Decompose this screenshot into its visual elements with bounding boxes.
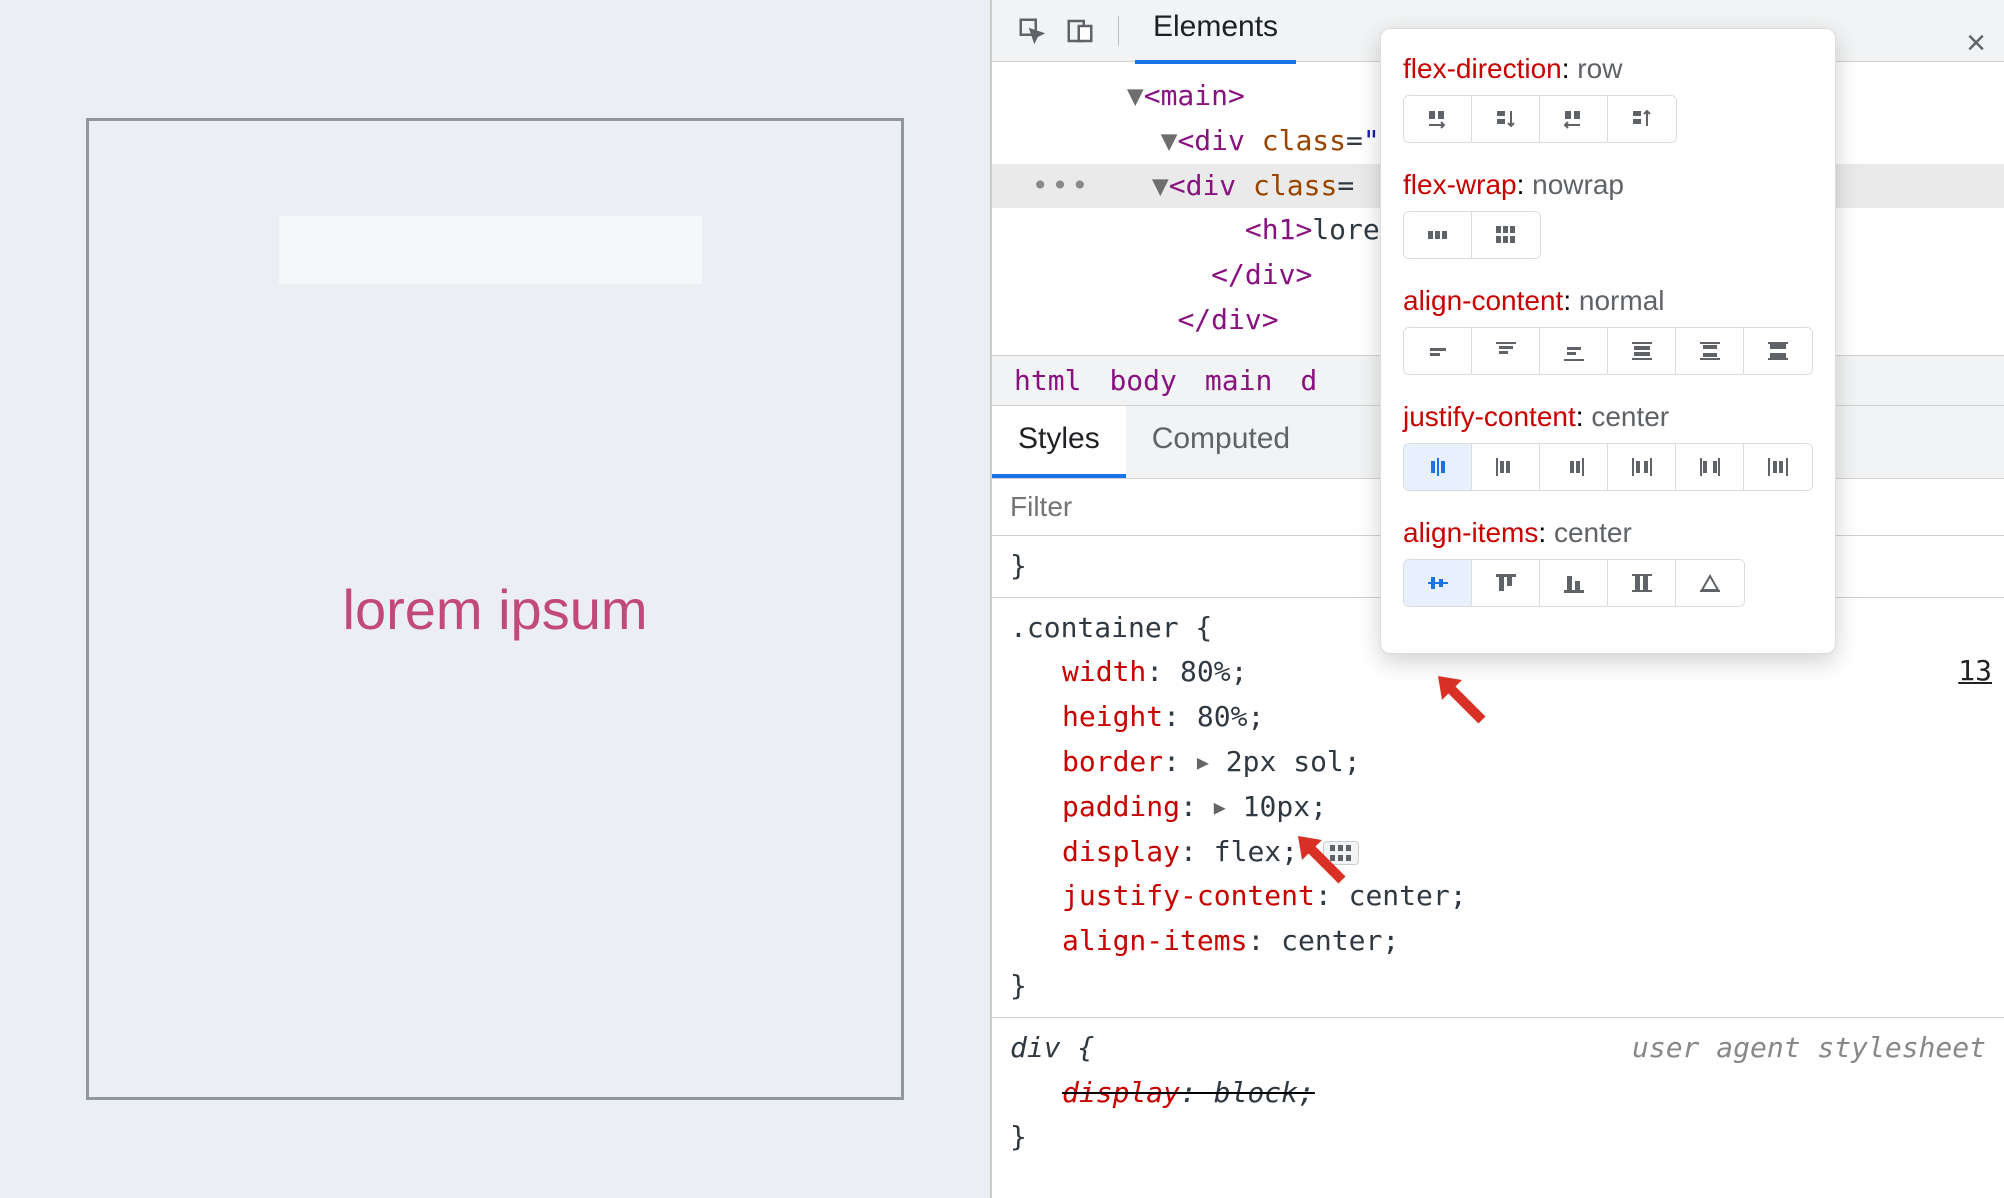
icon-row <box>1403 211 1541 259</box>
flex-wrap-option-1[interactable] <box>1472 212 1540 258</box>
page-preview-pane: lorem ipsum <box>0 0 990 1198</box>
justify-content-option-3[interactable] <box>1608 444 1676 490</box>
justify-content-option-5[interactable] <box>1744 444 1812 490</box>
icon-row <box>1403 559 1745 607</box>
flex-direction-option-2[interactable] <box>1540 96 1608 142</box>
align-content-option-2[interactable] <box>1540 328 1608 374</box>
ua-stylesheet-note: user agent stylesheet <box>1632 1026 1986 1071</box>
rule-block-container[interactable]: .container { width: 80%;height: 80%;bord… <box>1010 606 1986 1009</box>
css-declaration[interactable]: border: ▶ 2px sol; <box>1010 740 1986 785</box>
tab-computed[interactable]: Computed <box>1126 406 1316 478</box>
icon-row <box>1403 327 1813 375</box>
breadcrumb-item[interactable]: d <box>1300 364 1317 397</box>
popover-section-align-items: align-items: center <box>1403 517 1813 607</box>
icon-row <box>1403 95 1677 143</box>
css-declaration[interactable]: display: flex; <box>1010 830 1986 875</box>
highlight-strip <box>279 216 702 284</box>
align-content-option-5[interactable] <box>1744 328 1812 374</box>
arrow-annotation <box>1432 670 1492 730</box>
css-declaration[interactable]: align-items: center; <box>1010 919 1986 964</box>
align-content-option-3[interactable] <box>1608 328 1676 374</box>
tab-styles[interactable]: Styles <box>992 406 1126 478</box>
popover-label: justify-content: center <box>1403 401 1813 433</box>
align-content-option-0[interactable] <box>1404 328 1472 374</box>
flex-direction-option-0[interactable] <box>1404 96 1472 142</box>
flex-direction-option-1[interactable] <box>1472 96 1540 142</box>
css-declaration[interactable]: justify-content: center; <box>1010 874 1986 919</box>
device-toggle-icon[interactable] <box>1058 11 1102 51</box>
justify-content-option-4[interactable] <box>1676 444 1744 490</box>
toolbar-separator <box>1118 16 1119 46</box>
popover-section-flex-wrap: flex-wrap: nowrap <box>1403 169 1813 259</box>
divider <box>992 1017 2004 1018</box>
popover-label: align-content: normal <box>1403 285 1813 317</box>
breadcrumb-item[interactable]: body <box>1109 364 1176 397</box>
flex-wrap-option-0[interactable] <box>1404 212 1472 258</box>
css-declaration[interactable]: height: 80%; <box>1010 695 1986 740</box>
breadcrumb-item[interactable]: html <box>1014 364 1081 397</box>
popover-label: flex-wrap: nowrap <box>1403 169 1813 201</box>
rule-brace: } <box>1010 964 1986 1009</box>
breadcrumb-item[interactable]: main <box>1205 364 1272 397</box>
css-declaration[interactable]: display: block; <box>1010 1071 1986 1116</box>
popover-section-justify-content: justify-content: center <box>1403 401 1813 491</box>
popover-label: flex-direction: row <box>1403 53 1813 85</box>
css-declaration[interactable]: padding: ▶ 10px; <box>1010 785 1986 830</box>
justify-content-option-0[interactable] <box>1404 444 1472 490</box>
source-link[interactable]: 13 <box>1958 654 1992 687</box>
tab-elements[interactable]: Elements <box>1135 0 1296 64</box>
inspect-icon[interactable] <box>1010 11 1054 51</box>
align-items-option-3[interactable] <box>1608 560 1676 606</box>
popover-section-align-content: align-content: normal <box>1403 285 1813 375</box>
align-content-option-4[interactable] <box>1676 328 1744 374</box>
rule-block-div[interactable]: user agent stylesheet div { display: blo… <box>1010 1026 1986 1160</box>
close-icon[interactable]: × <box>1966 24 1986 63</box>
css-declaration[interactable]: width: 80%; <box>1010 650 1986 695</box>
popover-section-flex-direction: flex-direction: row <box>1403 53 1813 143</box>
popover-label: align-items: center <box>1403 517 1813 549</box>
align-items-option-2[interactable] <box>1540 560 1608 606</box>
align-items-option-1[interactable] <box>1472 560 1540 606</box>
align-items-option-0[interactable] <box>1404 560 1472 606</box>
align-content-option-1[interactable] <box>1472 328 1540 374</box>
justify-content-option-1[interactable] <box>1472 444 1540 490</box>
justify-content-option-2[interactable] <box>1540 444 1608 490</box>
devtools-pane: Elements × ▼<main> ▼<div class=" ••• ▼<d… <box>990 0 2004 1198</box>
arrow-annotation <box>1292 830 1352 890</box>
preview-heading: lorem ipsum <box>343 577 648 642</box>
align-items-option-4[interactable] <box>1676 560 1744 606</box>
flex-popover: flex-direction: row flex-wrap: nowrap alig… <box>1380 28 1836 654</box>
flex-direction-option-3[interactable] <box>1608 96 1676 142</box>
icon-row <box>1403 443 1813 491</box>
container-box: lorem ipsum <box>86 118 904 1100</box>
rule-brace: } <box>1010 1115 1986 1160</box>
